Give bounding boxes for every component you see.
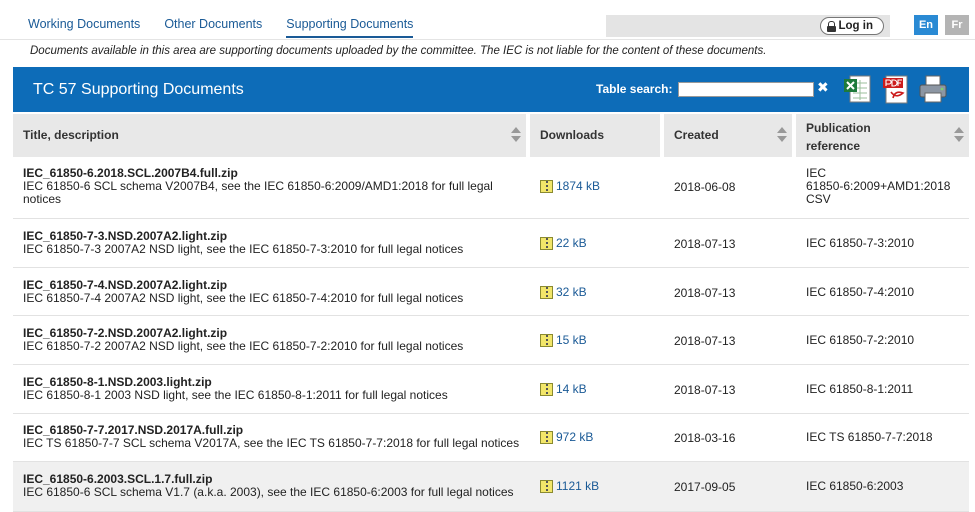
login-label: Log in (838, 20, 874, 32)
printer-icon[interactable] (918, 73, 948, 105)
login-button[interactable]: Log in (819, 17, 884, 35)
file-description: notices (23, 192, 62, 206)
table-row: IEC_61850-7-4.NSD.2007A2.light.zip IEC 6… (13, 268, 969, 316)
clear-search-icon[interactable]: ✖ (817, 79, 829, 96)
table-row: IEC_61850-6.2018.SCL.2007B4.full.zip IEC… (13, 158, 969, 219)
lock-icon (826, 20, 836, 32)
download-link[interactable]: 15 kB (540, 333, 587, 347)
table-search-input[interactable] (678, 82, 814, 97)
table-search-label: Table search: (596, 82, 673, 96)
document-title-cell: IEC_61850-8-1.NSD.2003.light.zip IEC 618… (23, 376, 523, 402)
zip-file-icon (540, 237, 553, 250)
document-title-cell: IEC_61850-6.2003.SCL.1.7.full.zip IEC 61… (23, 473, 523, 499)
column-header-publication-reference[interactable]: Publication reference (796, 114, 969, 157)
document-title-cell: IEC_61850-7-4.NSD.2007A2.light.zip IEC 6… (23, 279, 523, 305)
zip-file-icon (540, 480, 553, 493)
document-title-cell: IEC_61850-7-3.NSD.2007A2.light.zip IEC 6… (23, 230, 523, 256)
language-en-button[interactable]: En (914, 15, 938, 35)
column-header-downloads: Downloads (530, 114, 660, 157)
excel-export-icon[interactable] (843, 73, 873, 105)
file-description: IEC 61850-7-2 2007A2 NSD light, see the … (23, 339, 464, 353)
publication-reference: IEC 61850-8-1:2011 (806, 382, 914, 396)
file-description: IEC 61850-6 SCL schema V2007B4, see the … (23, 179, 493, 193)
page-title: TC 57 Supporting Documents (33, 81, 244, 98)
zip-file-icon (540, 431, 553, 444)
created-date: 2018-07-13 (674, 286, 736, 300)
file-description: IEC 61850-7-4 2007A2 NSD light, see the … (23, 291, 464, 305)
zip-file-icon (540, 334, 553, 347)
publication-reference: IEC 61850-6:2009+AMD1:2018 CSV (806, 166, 951, 206)
column-header-title[interactable]: Title, description (13, 114, 526, 157)
file-size: 15 kB (556, 333, 587, 347)
table-row: IEC_61850-6.2003.SCL.1.7.full.zip IEC 61… (13, 462, 969, 512)
document-title-cell: IEC_61850-7-2.NSD.2007A2.light.zip IEC 6… (23, 327, 523, 353)
created-date: 2018-07-13 (674, 334, 736, 348)
file-description: IEC 61850-7-3 2007A2 NSD light, see the … (23, 242, 464, 256)
file-size: 1874 kB (556, 179, 601, 193)
table-row: IEC_61850-7-7.2017.NSD.2017A.full.zip IE… (13, 414, 969, 462)
document-tabs: Working Documents Other Documents Suppor… (28, 14, 437, 40)
publication-reference: IEC 61850-7-3:2010 (806, 236, 915, 250)
zip-file-icon (540, 180, 553, 193)
file-description: IEC TS 61850-7-7 SCL schema V2017A, see … (23, 436, 520, 450)
table-row: IEC_61850-7-2.NSD.2007A2.light.zip IEC 6… (13, 316, 969, 365)
publication-reference: IEC 61850-7-2:2010 (806, 333, 915, 347)
zip-file-icon (540, 383, 553, 396)
file-size: 972 kB (556, 430, 594, 444)
tabs-divider (0, 39, 975, 40)
created-date: 2018-07-13 (674, 237, 736, 251)
download-link[interactable]: 972 kB (540, 430, 593, 444)
table-header: Title, description Downloads Created Pub… (13, 114, 969, 158)
tab-supporting-documents[interactable]: Supporting Documents (286, 14, 414, 38)
download-link[interactable]: 14 kB (540, 382, 587, 396)
document-title-cell: IEC_61850-6.2018.SCL.2007B4.full.zip IEC… (23, 167, 523, 206)
publication-reference: IEC 61850-7-4:2010 (806, 285, 915, 299)
language-fr-button[interactable]: Fr (945, 15, 969, 35)
file-size: 32 kB (556, 285, 587, 299)
login-bar: Log in (606, 15, 890, 37)
table-row: IEC_61850-7-3.NSD.2007A2.light.zip IEC 6… (13, 219, 969, 268)
sort-icon[interactable] (954, 127, 964, 143)
tab-working-documents[interactable]: Working Documents (28, 14, 140, 38)
sort-icon[interactable] (511, 127, 521, 143)
download-link[interactable]: 32 kB (540, 285, 587, 299)
disclaimer-notice: Documents available in this area are sup… (30, 45, 767, 57)
tab-other-documents[interactable]: Other Documents (164, 14, 262, 38)
created-date: 2018-07-13 (674, 383, 736, 397)
file-size: 1121 kB (556, 479, 600, 493)
created-date: 2018-03-16 (674, 431, 736, 445)
zip-file-icon (540, 286, 553, 299)
file-size: 14 kB (556, 382, 587, 396)
file-description: IEC 61850-6 SCL schema V1.7 (a.k.a. 2003… (23, 485, 514, 499)
created-date: 2018-06-08 (674, 180, 736, 194)
file-description: IEC 61850-8-1 2003 NSD light, see the IE… (23, 388, 448, 402)
download-link[interactable]: 1121 kB (540, 479, 599, 493)
created-date: 2017-09-05 (674, 480, 736, 494)
table-row: IEC_61850-8-1.NSD.2003.light.zip IEC 618… (13, 365, 969, 414)
sort-icon[interactable] (777, 127, 787, 143)
publication-reference: IEC TS 61850-7-7:2018 (806, 430, 933, 444)
document-title-cell: IEC_61850-7-7.2017.NSD.2017A.full.zip IE… (23, 424, 523, 450)
download-link[interactable]: 1874 kB (540, 179, 600, 193)
table-banner: TC 57 Supporting Documents Table search:… (13, 67, 969, 112)
pdf-export-icon[interactable] (881, 73, 911, 105)
file-size: 22 kB (556, 236, 587, 250)
column-header-created[interactable]: Created (664, 114, 792, 157)
download-link[interactable]: 22 kB (540, 236, 587, 250)
publication-reference: IEC 61850-6:2003 (806, 479, 904, 493)
